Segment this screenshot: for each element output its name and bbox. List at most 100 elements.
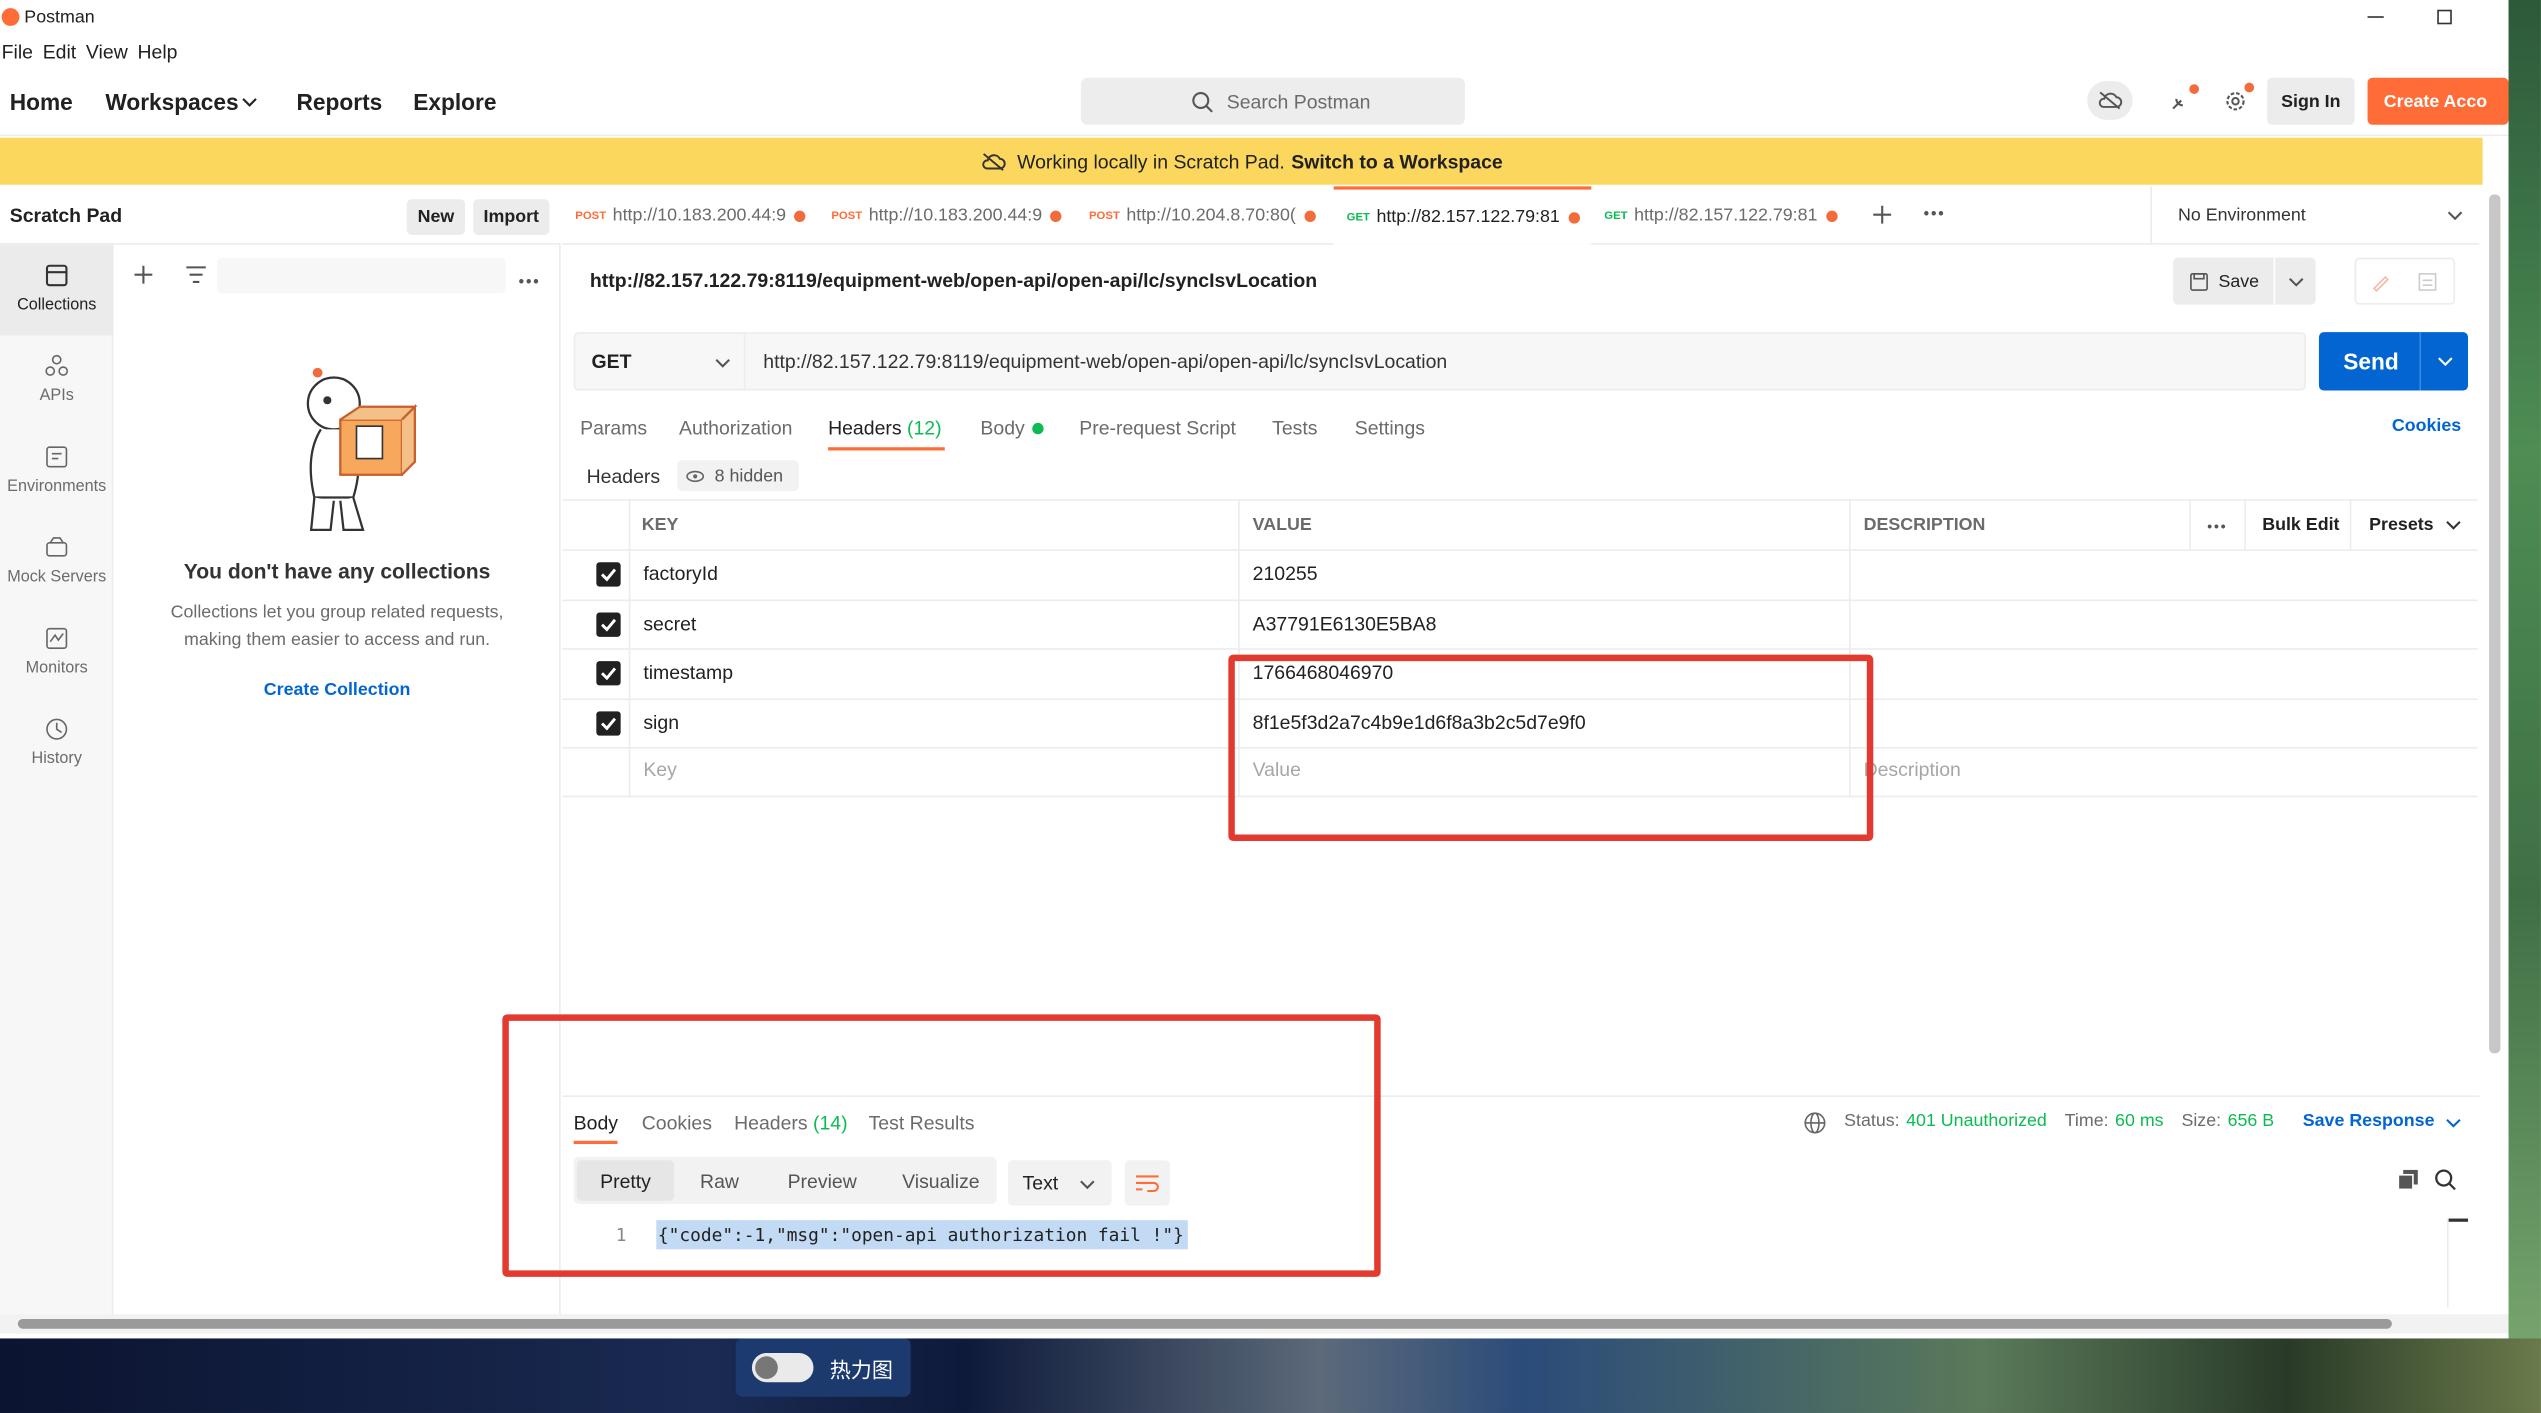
checkmark-icon — [600, 667, 617, 681]
save-response-button[interactable]: Save Response — [2303, 1112, 2435, 1131]
new-key-placeholder[interactable]: Key — [643, 758, 677, 781]
header-value[interactable]: 210255 — [1253, 562, 1318, 585]
rail-mock-servers[interactable]: Mock Servers — [0, 517, 113, 608]
column-options-icon[interactable]: ••• — [2207, 519, 2227, 535]
postman-logo-icon — [1, 8, 20, 26]
menu-file[interactable]: File — [2, 41, 33, 64]
row-checkbox[interactable] — [596, 711, 621, 736]
switch-workspace-link[interactable]: Switch to a Workspace — [1291, 150, 1502, 173]
add-collection-icon[interactable] — [133, 264, 154, 285]
tab-url: http://10.204.8.70:80( — [1126, 205, 1296, 226]
rail-history[interactable]: History — [0, 698, 113, 789]
cookies-link[interactable]: Cookies — [2392, 416, 2461, 435]
tab-settings[interactable]: Settings — [1355, 416, 1425, 439]
nav-explore[interactable]: Explore — [413, 89, 496, 115]
request-tab[interactable]: POST http://10.183.200.44:9 — [818, 186, 1076, 244]
hidden-headers-toggle[interactable]: 8 hidden — [677, 460, 799, 491]
save-options-button[interactable] — [2275, 257, 2316, 305]
environments-icon — [46, 446, 68, 468]
nav-home[interactable]: Home — [10, 89, 73, 115]
vertical-scrollbar[interactable] — [2489, 194, 2501, 1054]
new-description-placeholder[interactable]: Description — [1864, 758, 1961, 781]
save-icon — [2190, 272, 2208, 291]
menu-view[interactable]: View — [86, 41, 128, 64]
row-checkbox[interactable] — [596, 661, 621, 686]
create-account-button[interactable]: Create Acco — [2367, 77, 2509, 125]
table-row — [562, 549, 2478, 599]
status-value[interactable]: 401 Unauthorized — [1906, 1112, 2047, 1131]
globe-icon[interactable] — [1804, 1112, 1827, 1135]
send-button[interactable]: Send — [2318, 332, 2469, 391]
satellite-button[interactable] — [2170, 84, 2200, 112]
save-button[interactable]: Save — [2173, 257, 2274, 305]
url-text: http://82.157.122.79:8119/equipment-web/… — [763, 350, 1448, 373]
tab-headers[interactable]: Headers (12) — [828, 416, 942, 439]
size-value[interactable]: 656 B — [2228, 1112, 2275, 1131]
request-name[interactable]: http://82.157.122.79:8119/equipment-web/… — [590, 269, 1317, 292]
request-tab[interactable]: GET http://82.157.122.79:81 — [1591, 186, 1847, 244]
menu-edit[interactable]: Edit — [43, 41, 77, 64]
background-map-strip — [0, 1338, 2541, 1413]
request-tab[interactable]: POST http://10.204.8.70:80( — [1076, 186, 1334, 244]
save-label: Save — [2218, 271, 2260, 291]
environment-selector[interactable]: No Environment — [2150, 186, 2480, 245]
rail-monitors[interactable]: Monitors — [0, 608, 113, 699]
method-selector[interactable]: GET — [573, 332, 746, 391]
chevron-down-icon[interactable] — [2445, 519, 2461, 532]
time-label: Time: — [2064, 1111, 2109, 1132]
header-key[interactable]: secret — [643, 613, 696, 636]
sign-in-button[interactable]: Sign In — [2267, 77, 2355, 125]
toggle-switch[interactable] — [751, 1353, 814, 1383]
rail-environments[interactable]: Environments — [0, 426, 113, 517]
tab-pre-request-script[interactable]: Pre-request Script — [1079, 416, 1236, 439]
restore-icon[interactable] — [2437, 9, 2452, 25]
header-key[interactable]: sign — [643, 711, 679, 734]
tab-body[interactable]: Body — [980, 416, 1024, 439]
create-collection-link[interactable]: Create Collection — [113, 681, 560, 700]
minimap-marker — [2448, 1218, 2469, 1222]
new-tab-icon[interactable] — [1872, 204, 1893, 225]
row-checkbox[interactable] — [596, 612, 621, 637]
header-value[interactable]: A37791E6130E5BA8 — [1253, 613, 1437, 636]
presets-button[interactable]: Presets — [2369, 515, 2433, 534]
heatmap-toggle[interactable]: 热力图 — [735, 1338, 911, 1397]
menu-help[interactable]: Help — [137, 41, 177, 64]
tab-params[interactable]: Params — [580, 416, 647, 439]
import-button[interactable]: Import — [473, 199, 550, 235]
settings-button[interactable] — [2223, 82, 2255, 113]
tab-options-icon[interactable]: ••• — [1924, 206, 1946, 224]
request-tab[interactable]: POST http://10.183.200.44:9 — [562, 186, 818, 244]
document-icon[interactable] — [2418, 272, 2437, 291]
collections-search-input[interactable] — [217, 257, 506, 294]
url-input[interactable]: http://82.157.122.79:8119/equipment-web/… — [745, 332, 2306, 391]
search-icon — [1192, 91, 1213, 112]
collections-icon — [45, 264, 68, 287]
time-value[interactable]: 60 ms — [2115, 1112, 2164, 1131]
search-icon[interactable] — [2434, 1168, 2457, 1191]
header-key[interactable]: factoryId — [643, 562, 718, 585]
nav-reports[interactable]: Reports — [297, 89, 383, 115]
tab-tests[interactable]: Tests — [1272, 416, 1317, 439]
row-checkbox[interactable] — [596, 562, 621, 587]
search-bar[interactable]: Search Postman — [1080, 77, 1465, 125]
tab-authorization[interactable]: Authorization — [679, 416, 793, 439]
copy-icon[interactable] — [2397, 1168, 2420, 1191]
rail-collections[interactable]: Collections — [0, 244, 114, 336]
request-tab-active[interactable]: GET http://82.157.122.79:81 — [1333, 186, 1592, 245]
more-options-icon[interactable]: ••• — [519, 274, 541, 292]
pencil-icon[interactable] — [2371, 272, 2390, 292]
workspaces-chevron-down-icon[interactable] — [241, 96, 257, 109]
cloud-offline-icon — [2098, 91, 2123, 110]
bulk-edit-button[interactable]: Bulk Edit — [2262, 515, 2339, 534]
new-button[interactable]: New — [406, 199, 466, 235]
minimize-icon[interactable] — [2367, 16, 2384, 18]
header-key[interactable]: timestamp — [643, 661, 733, 684]
chevron-down-icon[interactable] — [2445, 1116, 2461, 1129]
nav-workspaces[interactable]: Workspaces — [105, 89, 238, 115]
rail-apis[interactable]: APIs — [0, 335, 113, 426]
horizontal-scrollbar[interactable] — [17, 1319, 2392, 1329]
filter-icon[interactable] — [185, 266, 208, 284]
sync-status-button[interactable] — [2087, 81, 2133, 120]
chevron-down-icon[interactable] — [2437, 355, 2453, 368]
highlight-box-values — [1228, 654, 1874, 841]
